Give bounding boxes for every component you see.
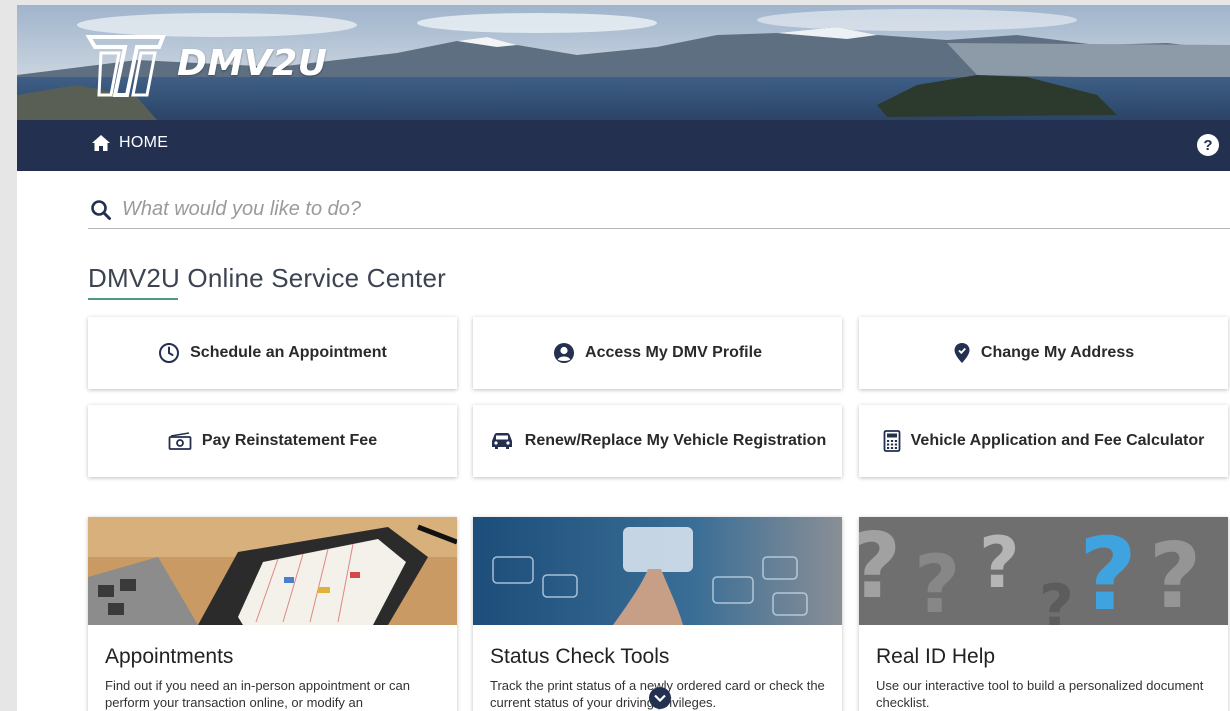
money-bill-icon bbox=[168, 432, 192, 450]
service-label: Renew/Replace My Vehicle Registration bbox=[524, 432, 827, 449]
nav-home-label: HOME bbox=[119, 134, 169, 151]
svg-text:?: ? bbox=[1149, 524, 1201, 625]
card-description: Find out if you need an in-person appoin… bbox=[105, 678, 410, 710]
card-description: Use our interactive tool to build a pers… bbox=[876, 678, 1204, 710]
card-title: Real ID Help bbox=[876, 645, 996, 668]
service-label: Change My Address bbox=[980, 344, 1135, 361]
map-pin-icon bbox=[954, 343, 970, 363]
search-input[interactable] bbox=[122, 198, 1022, 221]
search-bar bbox=[88, 191, 1230, 229]
service-label: Vehicle Application and Fee Calculator bbox=[910, 432, 1205, 449]
brand-name: DMV2U bbox=[177, 43, 328, 84]
status-check-tools-card[interactable]: Status Check Tools Track the print statu… bbox=[473, 517, 842, 711]
svg-text:?: ? bbox=[859, 517, 901, 619]
search-icon bbox=[91, 199, 111, 220]
page: DMV2U HOME ? DMV2U Online Service Center… bbox=[17, 5, 1230, 711]
renew-registration-button[interactable]: Renew/Replace My Vehicle Registration bbox=[473, 405, 842, 477]
card-title: Status Check Tools bbox=[490, 645, 670, 668]
nav-home-link[interactable]: HOME bbox=[91, 134, 168, 152]
real-id-help-card[interactable]: ? ? ? ? ? ? Real ID Help Use our interac… bbox=[859, 517, 1228, 711]
service-label: Pay Reinstatement Fee bbox=[201, 432, 378, 449]
appointments-card[interactable]: Appointments Find out if you need an in-… bbox=[88, 517, 457, 711]
schedule-appointment-button[interactable]: Schedule an Appointment bbox=[88, 317, 457, 389]
question-marks-photo: ? ? ? ? ? ? bbox=[859, 517, 1228, 625]
dmv-logo-icon bbox=[85, 35, 166, 97]
touchscreen-hand-photo bbox=[473, 517, 842, 625]
pay-reinstatement-fee-button[interactable]: Pay Reinstatement Fee bbox=[88, 405, 457, 477]
access-dmv-profile-button[interactable]: Access My DMV Profile bbox=[473, 317, 842, 389]
user-circle-icon bbox=[554, 343, 575, 363]
service-label: Access My DMV Profile bbox=[585, 344, 762, 361]
svg-text:?: ? bbox=[1039, 572, 1074, 625]
svg-text:?: ? bbox=[1079, 517, 1137, 625]
chevron-down-icon bbox=[654, 694, 666, 702]
fee-calculator-button[interactable]: Vehicle Application and Fee Calculator bbox=[859, 405, 1228, 477]
service-label: Schedule an Appointment bbox=[190, 344, 387, 361]
page-title: DMV2U Online Service Center bbox=[88, 263, 446, 293]
title-underline bbox=[88, 298, 178, 300]
top-nav-bar: HOME ? bbox=[17, 120, 1230, 171]
car-icon bbox=[491, 433, 512, 449]
home-icon bbox=[92, 135, 110, 151]
tablet-calendar-photo bbox=[88, 517, 457, 625]
help-button[interactable]: ? bbox=[1197, 134, 1219, 156]
svg-text:?: ? bbox=[914, 538, 960, 625]
scroll-down-button[interactable] bbox=[649, 687, 671, 709]
change-address-button[interactable]: Change My Address bbox=[859, 317, 1228, 389]
card-title: Appointments bbox=[105, 645, 234, 668]
header-banner: DMV2U bbox=[17, 5, 1230, 120]
svg-text:?: ? bbox=[979, 522, 1020, 604]
clock-icon bbox=[159, 343, 180, 363]
calculator-icon bbox=[883, 430, 901, 452]
